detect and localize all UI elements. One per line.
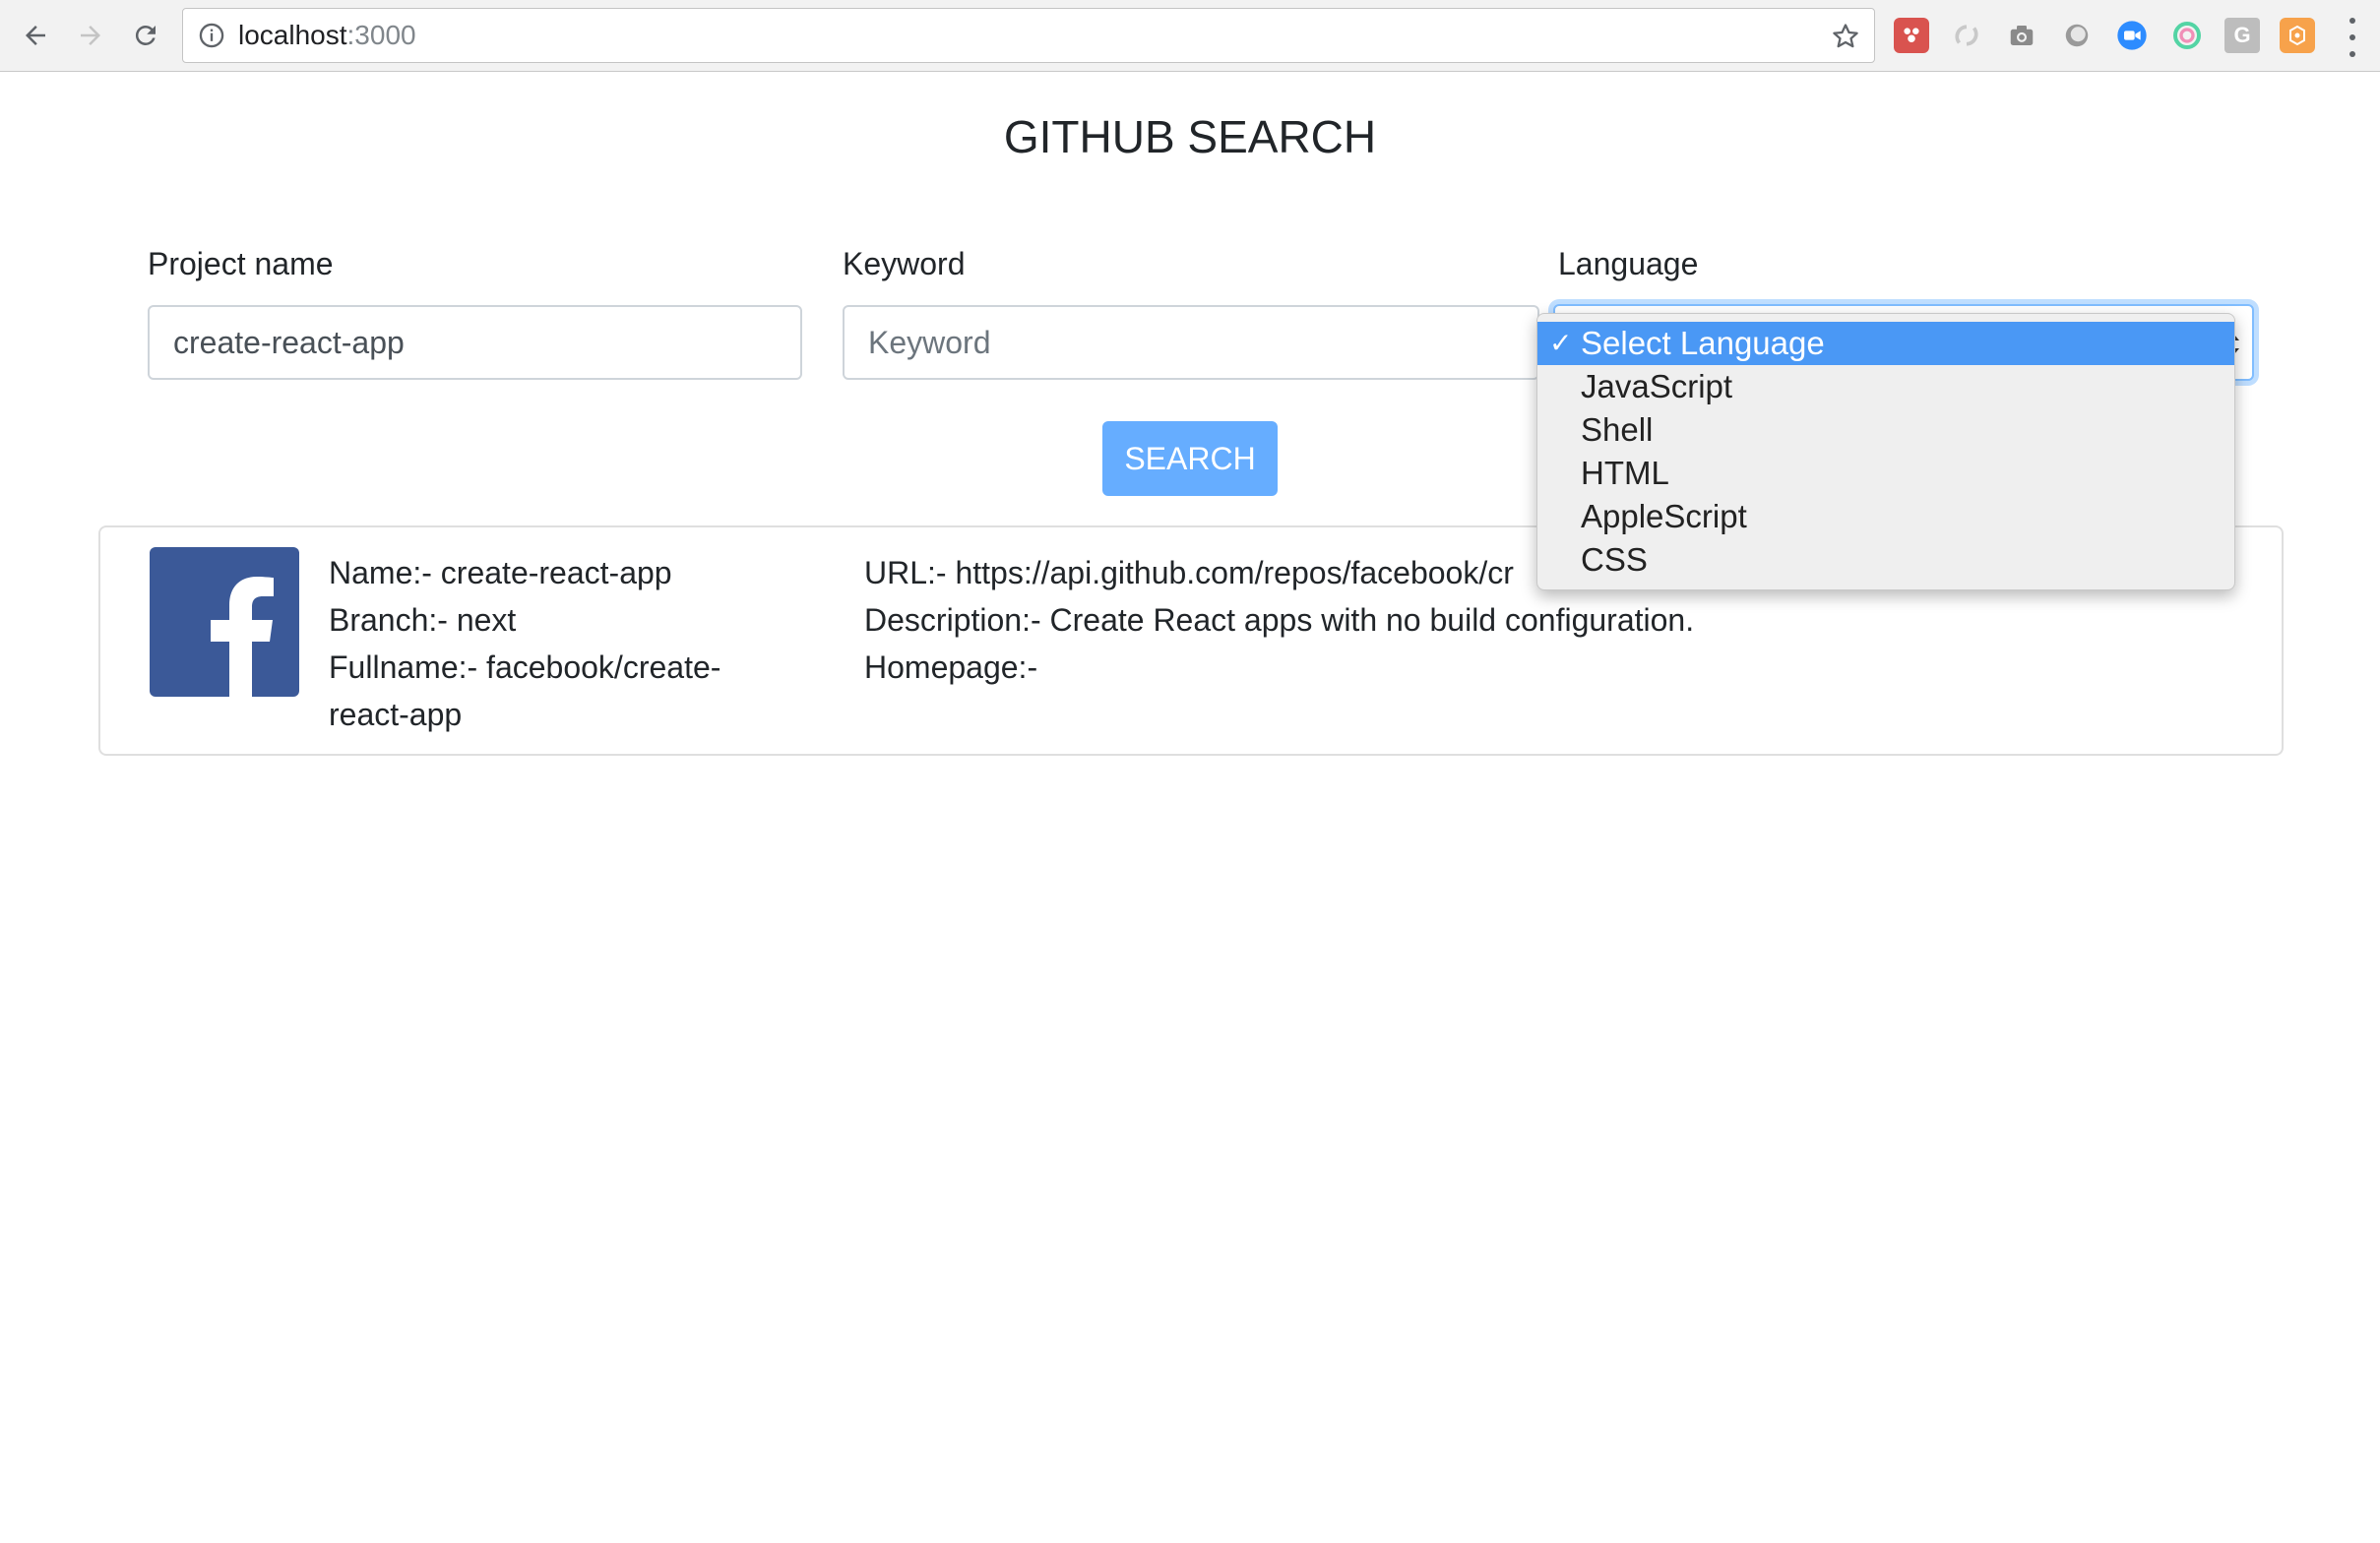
dropdown-option-css[interactable]: CSS xyxy=(1537,538,2234,582)
browser-toolbar: localhost:3000 G xyxy=(0,0,2380,72)
camera-icon[interactable] xyxy=(2004,18,2039,53)
option-label: HTML xyxy=(1581,455,1669,491)
menu-dots-icon[interactable] xyxy=(2343,18,2362,57)
result-homepage: Homepage:- xyxy=(864,649,1038,685)
ext-orange-icon[interactable] xyxy=(2280,18,2315,53)
result-description: Description:- Create React apps with no … xyxy=(864,602,1695,638)
project-name-label: Project name xyxy=(148,246,334,281)
option-label: AppleScript xyxy=(1581,498,1747,534)
grammarly-g-icon[interactable]: G xyxy=(2224,18,2260,53)
result-left-column: Name:- create-react-app Branch:- next Fu… xyxy=(329,549,720,738)
dropdown-option-shell[interactable]: Shell xyxy=(1537,408,2234,452)
url-host: localhost xyxy=(238,20,347,50)
search-button[interactable]: SEARCH xyxy=(1102,421,1278,496)
forward-arrow-icon[interactable] xyxy=(69,14,112,57)
dropdown-option-select-language[interactable]: ✓ Select Language xyxy=(1537,322,2234,365)
checkmark-icon: ✓ xyxy=(1549,328,1573,358)
facebook-logo-icon xyxy=(150,547,299,697)
option-label: Select Language xyxy=(1581,325,1825,361)
ext-red-icon[interactable] xyxy=(1894,18,1929,53)
ext-ring-icon[interactable] xyxy=(2169,18,2205,53)
bookmark-star-icon[interactable] xyxy=(1829,20,1862,53)
ext-circle-icon[interactable] xyxy=(2059,18,2095,53)
result-name: Name:- create-react-app xyxy=(329,555,672,590)
result-fullname-cont: react-app xyxy=(329,697,463,732)
result-branch: Branch:- next xyxy=(329,602,517,638)
option-label: JavaScript xyxy=(1581,368,1733,404)
option-label: Shell xyxy=(1581,411,1654,448)
dropdown-option-javascript[interactable]: JavaScript xyxy=(1537,365,2234,408)
project-name-input[interactable] xyxy=(148,305,802,380)
url-port: :3000 xyxy=(346,20,416,50)
url-text: localhost:3000 xyxy=(238,20,416,51)
reload-icon[interactable] xyxy=(124,14,167,57)
zoom-video-icon[interactable] xyxy=(2114,18,2150,53)
keyword-label: Keyword xyxy=(843,246,966,281)
back-arrow-icon[interactable] xyxy=(14,14,57,57)
keyword-input[interactable] xyxy=(843,305,1539,380)
language-dropdown-menu: ✓ Select Language JavaScript Shell HTML … xyxy=(1536,313,2235,590)
option-label: CSS xyxy=(1581,541,1648,578)
language-label: Language xyxy=(1558,246,1699,281)
dropdown-option-applescript[interactable]: AppleScript xyxy=(1537,495,2234,538)
info-icon[interactable] xyxy=(197,21,226,50)
dropdown-option-html[interactable]: HTML xyxy=(1537,452,2234,495)
result-fullname: Fullname:- facebook/create- xyxy=(329,649,721,685)
address-bar[interactable]: localhost:3000 xyxy=(182,8,1875,63)
ext-gray-swirl-icon[interactable] xyxy=(1949,18,1984,53)
page-title: GITHUB SEARCH xyxy=(1003,111,1377,162)
